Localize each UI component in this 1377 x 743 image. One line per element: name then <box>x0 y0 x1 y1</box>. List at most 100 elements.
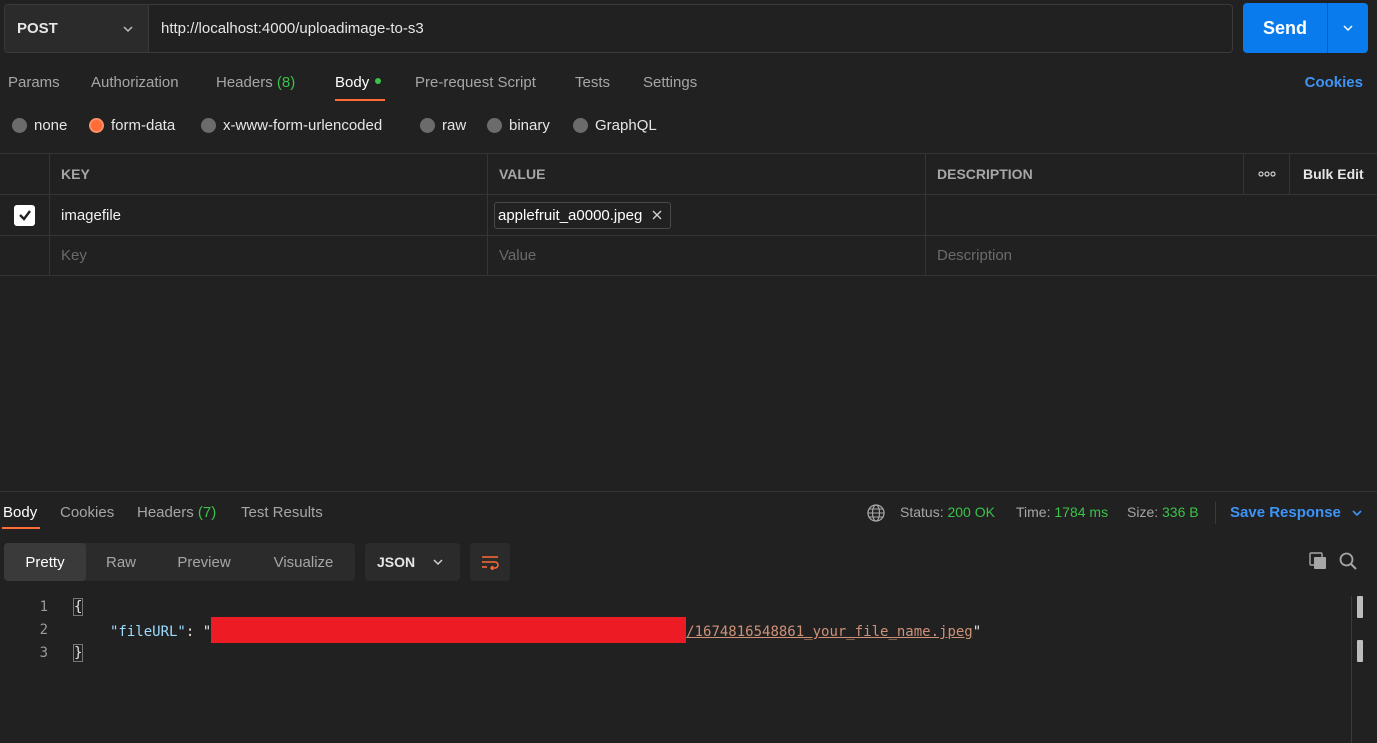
status-value: 200 OK <box>947 504 995 520</box>
format-select[interactable]: JSON <box>365 543 460 581</box>
response-code-editor[interactable]: 1 { 2 "fileURL": "/1674816548861_your_fi… <box>0 596 1377 665</box>
bulk-edit-button[interactable]: Bulk Edit <box>1289 154 1377 194</box>
column-header-key: KEY <box>49 154 487 194</box>
json-colon: : <box>185 624 203 640</box>
scrollbar-marker[interactable] <box>1357 596 1363 618</box>
wrap-lines-button[interactable] <box>470 543 510 581</box>
scrollbar-marker[interactable] <box>1357 640 1363 662</box>
response-tab-headers-label: Headers <box>137 504 194 521</box>
wrap-lines-icon <box>482 556 499 570</box>
table-header-row: KEY VALUE DESCRIPTION Bulk Edit <box>0 153 1377 194</box>
chevron-down-icon <box>1352 509 1362 516</box>
tab-settings[interactable]: Settings <box>643 74 697 91</box>
radio-circle-icon <box>12 118 27 133</box>
json-end-quote: " <box>972 624 982 640</box>
view-preview[interactable]: Preview <box>156 543 252 581</box>
status-info: Status: 200 OK <box>900 504 995 520</box>
time-value: 1784 ms <box>1054 504 1109 520</box>
tab-params[interactable]: Params <box>8 74 60 91</box>
description-cell[interactable] <box>925 195 1243 235</box>
radio-graphql-label: GraphQL <box>595 117 657 134</box>
response-panel: Body Cookies Headers (7) Test Results St… <box>0 491 1377 743</box>
view-visualize[interactable]: Visualize <box>252 543 355 581</box>
copy-icon <box>1309 552 1326 569</box>
code-content: } <box>72 642 84 665</box>
save-response-button[interactable]: Save Response <box>1230 504 1363 521</box>
divider <box>1215 502 1216 524</box>
redaction-bar <box>211 617 687 643</box>
radio-none-label: none <box>34 117 68 134</box>
radio-form-data[interactable]: form-data <box>89 117 175 134</box>
view-raw[interactable]: Raw <box>86 543 156 581</box>
column-header-value: VALUE <box>487 154 925 194</box>
row-spacer <box>1243 236 1289 275</box>
tab-body-label: Body <box>335 74 370 91</box>
search-button[interactable] <box>1337 550 1359 572</box>
cookies-link[interactable]: Cookies <box>1305 74 1363 91</box>
size-value: 336 B <box>1162 504 1199 520</box>
table-row: imagefile applefruit_a0000.jpeg <box>0 194 1377 235</box>
response-tab-headers[interactable]: Headers (7) <box>137 504 216 521</box>
view-pretty[interactable]: Pretty <box>4 543 86 581</box>
tab-headers[interactable]: Headers (8) <box>216 74 295 91</box>
send-options-button[interactable] <box>1327 3 1368 53</box>
code-line: 1 { <box>0 596 1377 619</box>
open-brace: { <box>72 598 84 616</box>
save-response-label: Save Response <box>1230 504 1341 521</box>
tab-headers-label: Headers <box>216 74 273 91</box>
status-label: Status: <box>900 504 944 520</box>
modified-dot-icon <box>375 78 382 85</box>
radio-selected-icon <box>89 118 104 133</box>
column-header-description: DESCRIPTION <box>925 154 1243 194</box>
line-number: 2 <box>39 622 48 638</box>
json-url-value[interactable]: /1674816548861_your_file_name.jpeg <box>686 624 973 640</box>
header-checkbox-cell <box>0 154 49 194</box>
new-row-checkbox-cell <box>0 236 49 275</box>
send-button[interactable]: Send <box>1243 3 1327 53</box>
url-input[interactable]: http://localhost:4000/uploadimage-to-s3 <box>149 5 1232 52</box>
method-select[interactable]: POST <box>5 5 149 52</box>
close-brace: } <box>72 644 84 662</box>
key-cell[interactable]: imagefile <box>49 195 487 235</box>
request-tabs: Params Authorization Headers (8) Body Pr… <box>0 66 1377 106</box>
radio-binary[interactable]: binary <box>487 117 550 134</box>
radio-none[interactable]: none <box>12 117 67 134</box>
radio-raw-label: raw <box>442 117 467 134</box>
chevron-down-icon <box>1343 25 1353 32</box>
chevron-down-icon <box>123 25 133 32</box>
copy-button[interactable] <box>1307 550 1329 572</box>
tab-body[interactable]: Body <box>335 74 382 91</box>
file-chip: applefruit_a0000.jpeg <box>494 201 672 229</box>
radio-raw[interactable]: raw <box>420 117 466 134</box>
response-tab-test-results[interactable]: Test Results <box>241 504 323 521</box>
new-description-input[interactable]: Description <box>925 236 1243 275</box>
active-tab-indicator <box>335 99 385 101</box>
row-spacer <box>1243 195 1289 235</box>
globe-icon[interactable] <box>866 503 886 523</box>
value-cell[interactable]: applefruit_a0000.jpeg <box>487 195 925 235</box>
tab-pre-request-script[interactable]: Pre-request Script <box>415 74 536 91</box>
json-key: "fileURL" <box>110 624 186 640</box>
check-icon <box>18 210 31 221</box>
code-line: 2 "fileURL": "/1674816548861_your_file_n… <box>0 617 1377 643</box>
response-tab-cookies[interactable]: Cookies <box>60 504 114 521</box>
tab-authorization[interactable]: Authorization <box>91 74 179 91</box>
row-checkbox[interactable] <box>14 204 35 226</box>
new-key-input[interactable]: Key <box>49 236 487 275</box>
close-icon[interactable] <box>652 210 662 220</box>
radio-urlencoded-label: x-www-form-urlencoded <box>223 117 383 134</box>
response-tab-body[interactable]: Body <box>3 504 37 521</box>
radio-urlencoded[interactable]: x-www-form-urlencoded <box>201 117 382 134</box>
more-options-button[interactable] <box>1243 154 1289 194</box>
code-line: 3 } <box>0 642 1377 665</box>
vertical-scrollbar-track[interactable] <box>1351 596 1352 743</box>
send-button-group: Send <box>1243 3 1368 53</box>
method-label: POST <box>17 20 58 37</box>
radio-graphql[interactable]: GraphQL <box>573 117 657 134</box>
tab-tests[interactable]: Tests <box>575 74 610 91</box>
radio-circle-icon <box>201 118 216 133</box>
code-content: { <box>72 596 84 619</box>
new-value-input[interactable]: Value <box>487 236 925 275</box>
line-number: 3 <box>39 645 48 661</box>
response-headers-count: (7) <box>197 504 217 521</box>
